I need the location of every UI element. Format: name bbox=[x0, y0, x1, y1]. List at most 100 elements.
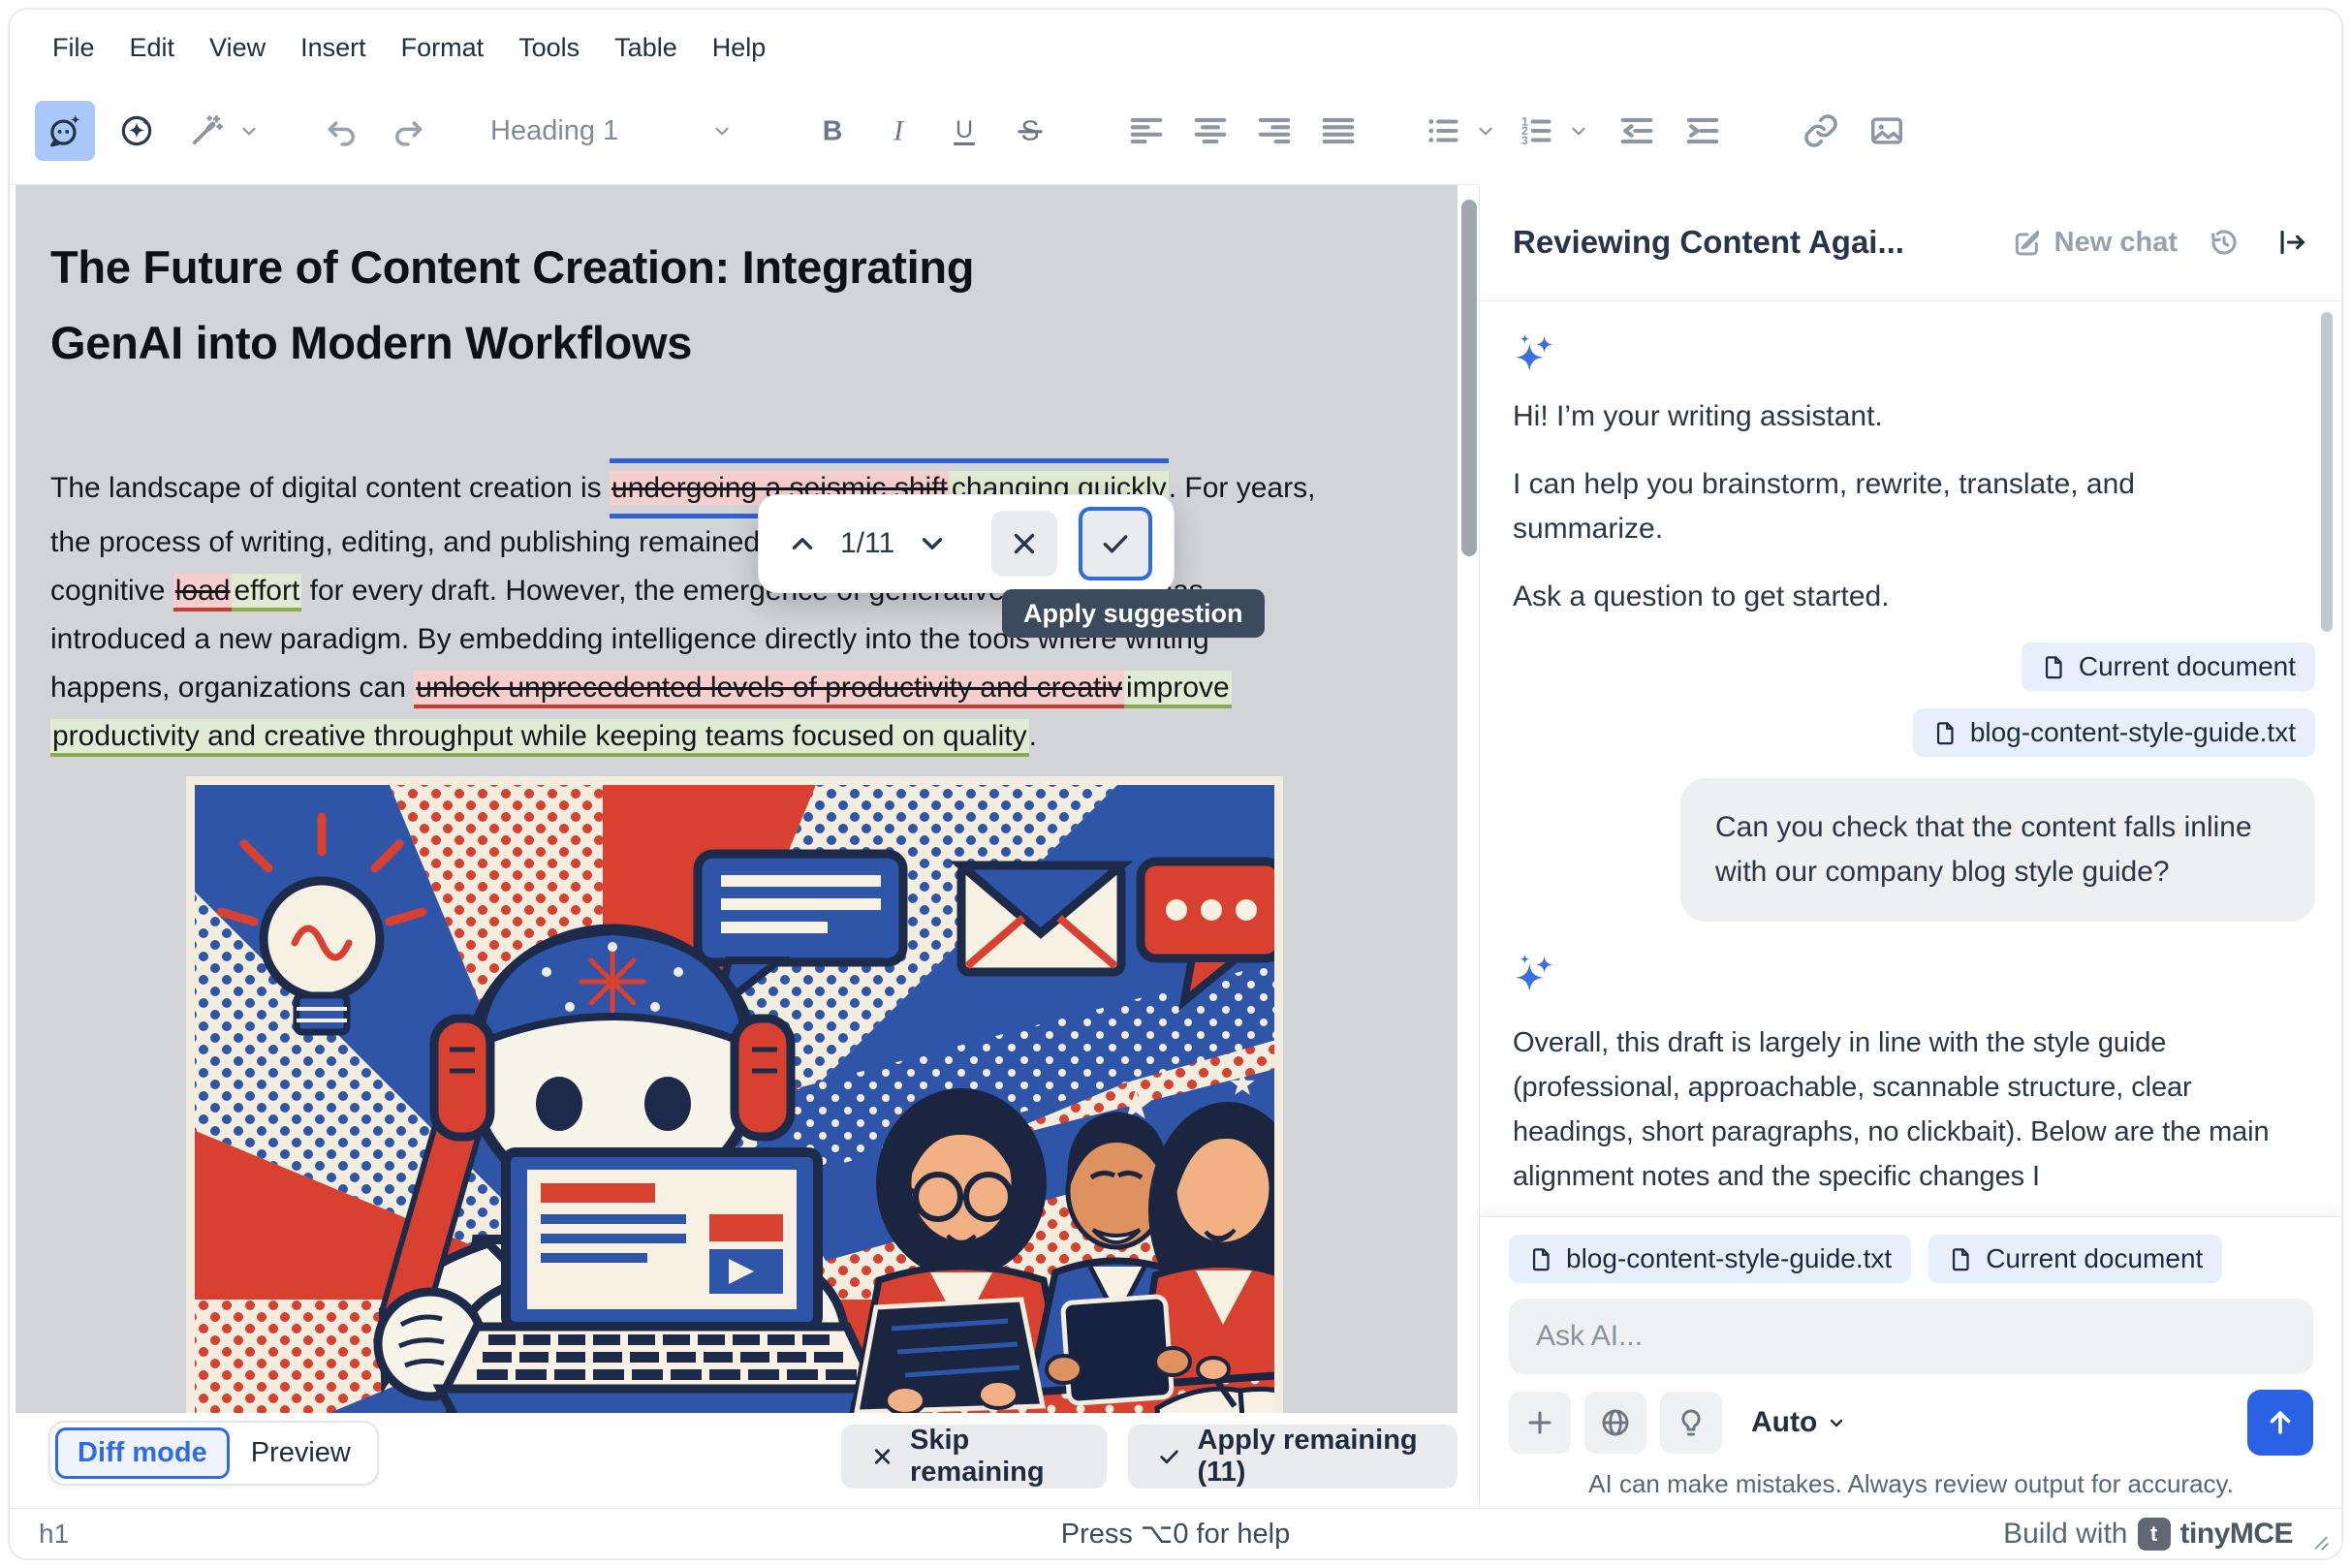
ask-ai-input[interactable] bbox=[1509, 1299, 2313, 1374]
italic-button[interactable]: I bbox=[868, 101, 928, 161]
menu-edit[interactable]: Edit bbox=[112, 27, 193, 69]
redo-icon bbox=[390, 112, 426, 149]
menu-format[interactable]: Format bbox=[384, 27, 502, 69]
chip-label: Current document bbox=[2079, 651, 2296, 682]
context-chip[interactable]: Current document bbox=[1928, 1235, 2222, 1283]
justify-button[interactable] bbox=[1308, 101, 1368, 161]
menu-file[interactable]: File bbox=[35, 27, 112, 69]
model-selector[interactable]: Auto bbox=[1751, 1406, 1848, 1439]
x-icon bbox=[870, 1442, 894, 1471]
ai-shortcuts-button[interactable] bbox=[107, 101, 167, 161]
send-button[interactable] bbox=[2247, 1390, 2313, 1456]
skip-remaining-label: Skip remaining bbox=[910, 1425, 1078, 1489]
resize-handle-icon[interactable] bbox=[2306, 1528, 2332, 1553]
collapse-panel-icon bbox=[2275, 226, 2308, 259]
bullet-list-dropdown[interactable] bbox=[1413, 101, 1498, 161]
chat-history-button[interactable] bbox=[2203, 221, 2245, 264]
reject-suggestion-button[interactable] bbox=[991, 511, 1057, 577]
menu-help[interactable]: Help bbox=[695, 27, 784, 69]
editor-scrollbar[interactable] bbox=[1461, 192, 1477, 1408]
undo-button[interactable] bbox=[312, 101, 372, 161]
bullet-list-button[interactable] bbox=[1413, 101, 1473, 161]
indent-button[interactable] bbox=[1673, 101, 1733, 161]
user-message-bubble: Can you check that the content falls inl… bbox=[1680, 778, 2315, 922]
lightbulb-icon bbox=[1675, 1406, 1708, 1439]
new-chat-button[interactable]: New chat bbox=[2012, 227, 2178, 259]
undo-icon bbox=[324, 112, 360, 149]
align-center-icon bbox=[1192, 112, 1229, 149]
chat-message-list[interactable]: Hi! I’m your writing assistant.I can hel… bbox=[1480, 301, 2342, 1217]
branding[interactable]: Build with t tinyMCE bbox=[2003, 1509, 2293, 1559]
deleted-text[interactable]: unlock unprecedented levels of productiv… bbox=[414, 671, 1124, 708]
check-icon bbox=[1099, 527, 1132, 560]
link-button[interactable] bbox=[1791, 101, 1851, 161]
add-attachment-button[interactable] bbox=[1509, 1392, 1571, 1454]
align-left-button[interactable] bbox=[1116, 101, 1176, 161]
menu-tools[interactable]: Tools bbox=[501, 27, 597, 69]
ideas-button[interactable] bbox=[1660, 1392, 1722, 1454]
heading-style-dropdown[interactable]: Heading 1 bbox=[477, 101, 748, 161]
menu-insert[interactable]: Insert bbox=[283, 27, 384, 69]
inserted-text[interactable]: effort bbox=[232, 574, 301, 612]
align-right-icon bbox=[1256, 112, 1293, 149]
inserted-text[interactable]: improve bbox=[1124, 671, 1232, 708]
new-chat-label: New chat bbox=[2054, 227, 2178, 259]
context-chip: blog-content-style-guide.txt bbox=[1913, 708, 2315, 757]
chevron-up-icon bbox=[786, 527, 819, 560]
numbered-list-dropdown[interactable]: 123 bbox=[1506, 101, 1591, 161]
svg-text:U: U bbox=[956, 116, 973, 143]
strikethrough-button[interactable]: S bbox=[1000, 101, 1060, 161]
redo-button[interactable] bbox=[378, 101, 438, 161]
message-context-chips: Current document blog-content-style-guide… bbox=[1513, 643, 2315, 757]
ai-assistant-button[interactable] bbox=[35, 101, 95, 161]
apply-suggestion-button[interactable] bbox=[1079, 507, 1152, 580]
globe-icon bbox=[1599, 1406, 1632, 1439]
menu-table[interactable]: Table bbox=[597, 27, 695, 69]
bold-button[interactable]: B bbox=[802, 101, 862, 161]
underline-button[interactable]: U bbox=[934, 101, 994, 161]
sidebar-scrollbar-thumb[interactable] bbox=[2321, 312, 2333, 632]
assistant-greeting-line: Hi! I’m your writing assistant. bbox=[1513, 394, 2249, 439]
diff-mode-tab[interactable]: Diff mode bbox=[55, 1427, 230, 1479]
svg-text:3: 3 bbox=[1521, 134, 1528, 147]
document-image[interactable] bbox=[186, 776, 1283, 1413]
apply-remaining-button[interactable]: Apply remaining (11) bbox=[1128, 1425, 1458, 1489]
previous-suggestion-button[interactable] bbox=[780, 521, 825, 566]
magic-wand-icon bbox=[188, 112, 225, 149]
chevron-down-icon bbox=[1566, 118, 1591, 143]
editor-scrollbar-thumb[interactable] bbox=[1461, 200, 1477, 556]
collapse-sidebar-button[interactable] bbox=[2271, 221, 2313, 264]
chevron-down-icon bbox=[1473, 118, 1498, 143]
chip-label: blog-content-style-guide.txt bbox=[1970, 717, 2296, 748]
document-title-line: The Future of Content Creation: Integrat… bbox=[50, 230, 1458, 305]
document-icon bbox=[2041, 654, 2067, 680]
chip-label: Current document bbox=[1986, 1243, 2203, 1274]
next-suggestion-button[interactable] bbox=[910, 521, 955, 566]
deleted-text[interactable]: load bbox=[173, 574, 233, 612]
skip-remaining-button[interactable]: Skip remaining bbox=[841, 1425, 1107, 1489]
menu-view[interactable]: View bbox=[192, 27, 283, 69]
svg-text:B: B bbox=[823, 116, 843, 147]
document-title-line: GenAI into Modern Workflows bbox=[50, 305, 1458, 381]
context-chip[interactable]: blog-content-style-guide.txt bbox=[1509, 1235, 1911, 1283]
numbered-list-button[interactable]: 123 bbox=[1506, 101, 1566, 161]
chat-input-panel: blog-content-style-guide.txt Current docu… bbox=[1480, 1216, 2342, 1508]
web-search-button[interactable] bbox=[1584, 1392, 1646, 1454]
input-context-chips: blog-content-style-guide.txt Current docu… bbox=[1509, 1235, 2313, 1283]
outdent-button[interactable] bbox=[1607, 101, 1667, 161]
document-canvas[interactable]: The Future of Content Creation: Integrat… bbox=[16, 185, 1458, 1413]
magic-wand-button[interactable] bbox=[176, 101, 236, 161]
inserted-text[interactable]: productivity and creative throughput whi… bbox=[50, 719, 1029, 757]
assistant-greeting: Hi! I’m your writing assistant.I can hel… bbox=[1513, 394, 2315, 619]
model-label: Auto bbox=[1751, 1406, 1817, 1439]
insert-image-button[interactable] bbox=[1857, 101, 1917, 161]
align-center-button[interactable] bbox=[1180, 101, 1240, 161]
context-chip: Current document bbox=[2022, 643, 2315, 691]
magic-wand-dropdown[interactable] bbox=[176, 101, 262, 161]
document-icon bbox=[1948, 1246, 1974, 1272]
align-right-button[interactable] bbox=[1244, 101, 1304, 161]
toolbar: Heading 1 B I U S 123 bbox=[10, 78, 2341, 184]
menu-bar: FileEditViewInsertFormatToolsTableHelp bbox=[35, 23, 783, 72]
preview-tab[interactable]: Preview bbox=[230, 1427, 372, 1479]
paragraph-line: productivity and creative throughput whi… bbox=[50, 712, 1458, 761]
